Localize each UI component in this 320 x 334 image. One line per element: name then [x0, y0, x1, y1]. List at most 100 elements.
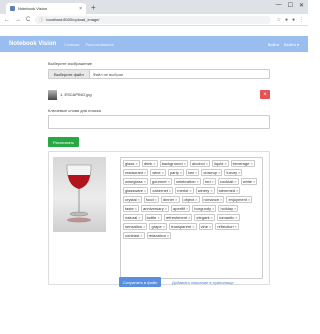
tag-chip[interactable]: red ×	[202, 178, 216, 185]
nav-login[interactable]: Войти	[268, 42, 279, 47]
tag-remove-icon[interactable]: ×	[155, 197, 157, 202]
save-to-file-button[interactable]: Сохранить в файл	[119, 277, 162, 287]
tag-chip[interactable]: luxury ×	[224, 169, 243, 176]
tag-chip[interactable]: glass ×	[123, 160, 140, 167]
nav-link-recognize[interactable]: Распознавание	[85, 42, 113, 47]
tag-chip[interactable]: aperitif ×	[171, 205, 191, 212]
tag-chip[interactable]: wineglass ×	[123, 178, 148, 185]
browser-tab[interactable]: Notebook Vision ×	[6, 3, 86, 14]
tag-chip[interactable]: grape ×	[149, 223, 168, 230]
tab-close-icon[interactable]: ×	[79, 6, 82, 12]
tag-chip[interactable]: closeup ×	[201, 169, 223, 176]
tag-remove-icon[interactable]: ×	[144, 188, 146, 193]
address-bar[interactable]: ⓘ localhost:8000/upload_image/	[35, 15, 272, 24]
tag-chip[interactable]: romantic ×	[216, 214, 240, 221]
tag-remove-icon[interactable]: ×	[180, 170, 182, 175]
keywords-textarea[interactable]	[48, 115, 270, 129]
tag-chip[interactable]: celebration ×	[173, 178, 201, 185]
tag-remove-icon[interactable]: ×	[168, 179, 170, 184]
tag-remove-icon[interactable]: ×	[197, 179, 199, 184]
tag-remove-icon[interactable]: ×	[210, 188, 212, 193]
tag-remove-icon[interactable]: ×	[238, 170, 240, 175]
tag-chip[interactable]: stemmed ×	[216, 187, 241, 194]
menu-icon[interactable]: ⋮	[299, 17, 304, 23]
tag-remove-icon[interactable]: ×	[135, 206, 137, 211]
tag-remove-icon[interactable]: ×	[165, 206, 167, 211]
tag-remove-icon[interactable]: ×	[144, 179, 146, 184]
tag-chip[interactable]: natural ×	[123, 214, 143, 221]
tag-chip[interactable]: alcohol ×	[189, 160, 210, 167]
tag-chip[interactable]: restaurant ×	[123, 169, 149, 176]
nav-link-home[interactable]: Главная	[64, 42, 79, 47]
new-tab-button[interactable]: +	[91, 3, 96, 12]
extension-icon[interactable]: ●	[285, 17, 288, 23]
tag-remove-icon[interactable]: ×	[236, 188, 238, 193]
back-icon[interactable]: ←	[4, 17, 10, 23]
tag-chip[interactable]: enjoyment ×	[226, 196, 253, 203]
tag-remove-icon[interactable]: ×	[138, 215, 140, 220]
tag-chip[interactable]: glassware ×	[123, 187, 149, 194]
tag-chip[interactable]: transparent ×	[169, 223, 197, 230]
tag-chip[interactable]: refreshment ×	[163, 214, 193, 221]
tag-chip[interactable]: gourmet ×	[149, 178, 172, 185]
tag-chip[interactable]: relaxation ×	[146, 232, 172, 239]
tag-remove-icon[interactable]: ×	[163, 224, 165, 229]
tag-remove-icon[interactable]: ×	[188, 215, 190, 220]
tag-remove-icon[interactable]: ×	[212, 206, 214, 211]
tag-chip[interactable]: drink ×	[141, 160, 158, 167]
delete-file-button[interactable]: ×	[260, 90, 270, 99]
recognize-button[interactable]: Распознать	[48, 137, 80, 147]
tag-chip[interactable]: contrast ×	[123, 232, 145, 239]
profile-icon[interactable]: ●	[292, 17, 295, 23]
tag-remove-icon[interactable]: ×	[195, 197, 197, 202]
tag-chip[interactable]: sensation ×	[123, 223, 148, 230]
tag-chip[interactable]: winery ×	[195, 187, 215, 194]
tag-remove-icon[interactable]: ×	[211, 215, 213, 220]
forward-icon[interactable]: →	[15, 17, 21, 23]
tag-remove-icon[interactable]: ×	[175, 197, 177, 202]
choose-file-button[interactable]: Выберите файл	[49, 70, 90, 78]
tag-remove-icon[interactable]: ×	[234, 179, 236, 184]
tag-chip[interactable]: vine ×	[198, 223, 214, 230]
reload-icon[interactable]: C	[26, 17, 30, 23]
tag-remove-icon[interactable]: ×	[162, 170, 164, 175]
tag-chip[interactable]: anniversary ×	[141, 205, 170, 212]
tag-list[interactable]: glass × drink × background × alcohol × liquid × be…	[120, 157, 263, 279]
tag-chip[interactable]: merlot ×	[175, 187, 194, 194]
tag-remove-icon[interactable]: ×	[140, 233, 142, 238]
tag-remove-icon[interactable]: ×	[143, 224, 145, 229]
tag-chip[interactable]: food ×	[143, 196, 160, 203]
tag-remove-icon[interactable]: ×	[186, 206, 188, 211]
tag-chip[interactable]: taste ×	[123, 205, 140, 212]
tag-remove-icon[interactable]: ×	[192, 224, 194, 229]
tag-remove-icon[interactable]: ×	[195, 170, 197, 175]
tag-remove-icon[interactable]: ×	[234, 206, 236, 211]
tag-chip[interactable]: white ×	[240, 178, 258, 185]
tag-remove-icon[interactable]: ×	[250, 161, 252, 166]
tag-chip[interactable]: holiday ×	[218, 205, 239, 212]
minimize-icon[interactable]: —	[276, 2, 282, 9]
tag-remove-icon[interactable]: ×	[167, 233, 169, 238]
tag-chip[interactable]: romance ×	[201, 196, 225, 203]
maximize-icon[interactable]: ☐	[288, 2, 293, 9]
tag-chip[interactable]: liquid ×	[211, 160, 229, 167]
tag-remove-icon[interactable]: ×	[169, 188, 171, 193]
tag-remove-icon[interactable]: ×	[206, 161, 208, 166]
tag-chip[interactable]: cabernet ×	[150, 187, 174, 194]
tag-remove-icon[interactable]: ×	[253, 179, 255, 184]
tag-remove-icon[interactable]: ×	[212, 179, 214, 184]
tag-chip[interactable]: beverage ×	[230, 160, 255, 167]
tag-chip[interactable]: elegant ×	[194, 214, 215, 221]
file-input[interactable]: Выберите файл Файл не выбран	[48, 69, 270, 79]
brand-logo[interactable]: Notebook Vision	[9, 41, 56, 47]
tag-chip[interactable]: party ×	[167, 169, 185, 176]
tag-chip[interactable]: dinner ×	[161, 196, 180, 203]
star-icon[interactable]: ☆	[276, 17, 280, 23]
tag-remove-icon[interactable]: ×	[220, 197, 222, 202]
tag-chip[interactable]: bottle ×	[144, 214, 162, 221]
tag-chip[interactable]: object ×	[181, 196, 200, 203]
tag-chip[interactable]: burgundy ×	[192, 205, 217, 212]
tag-remove-icon[interactable]: ×	[235, 215, 237, 220]
tag-remove-icon[interactable]: ×	[248, 197, 250, 202]
tag-chip[interactable]: crystal ×	[123, 196, 142, 203]
